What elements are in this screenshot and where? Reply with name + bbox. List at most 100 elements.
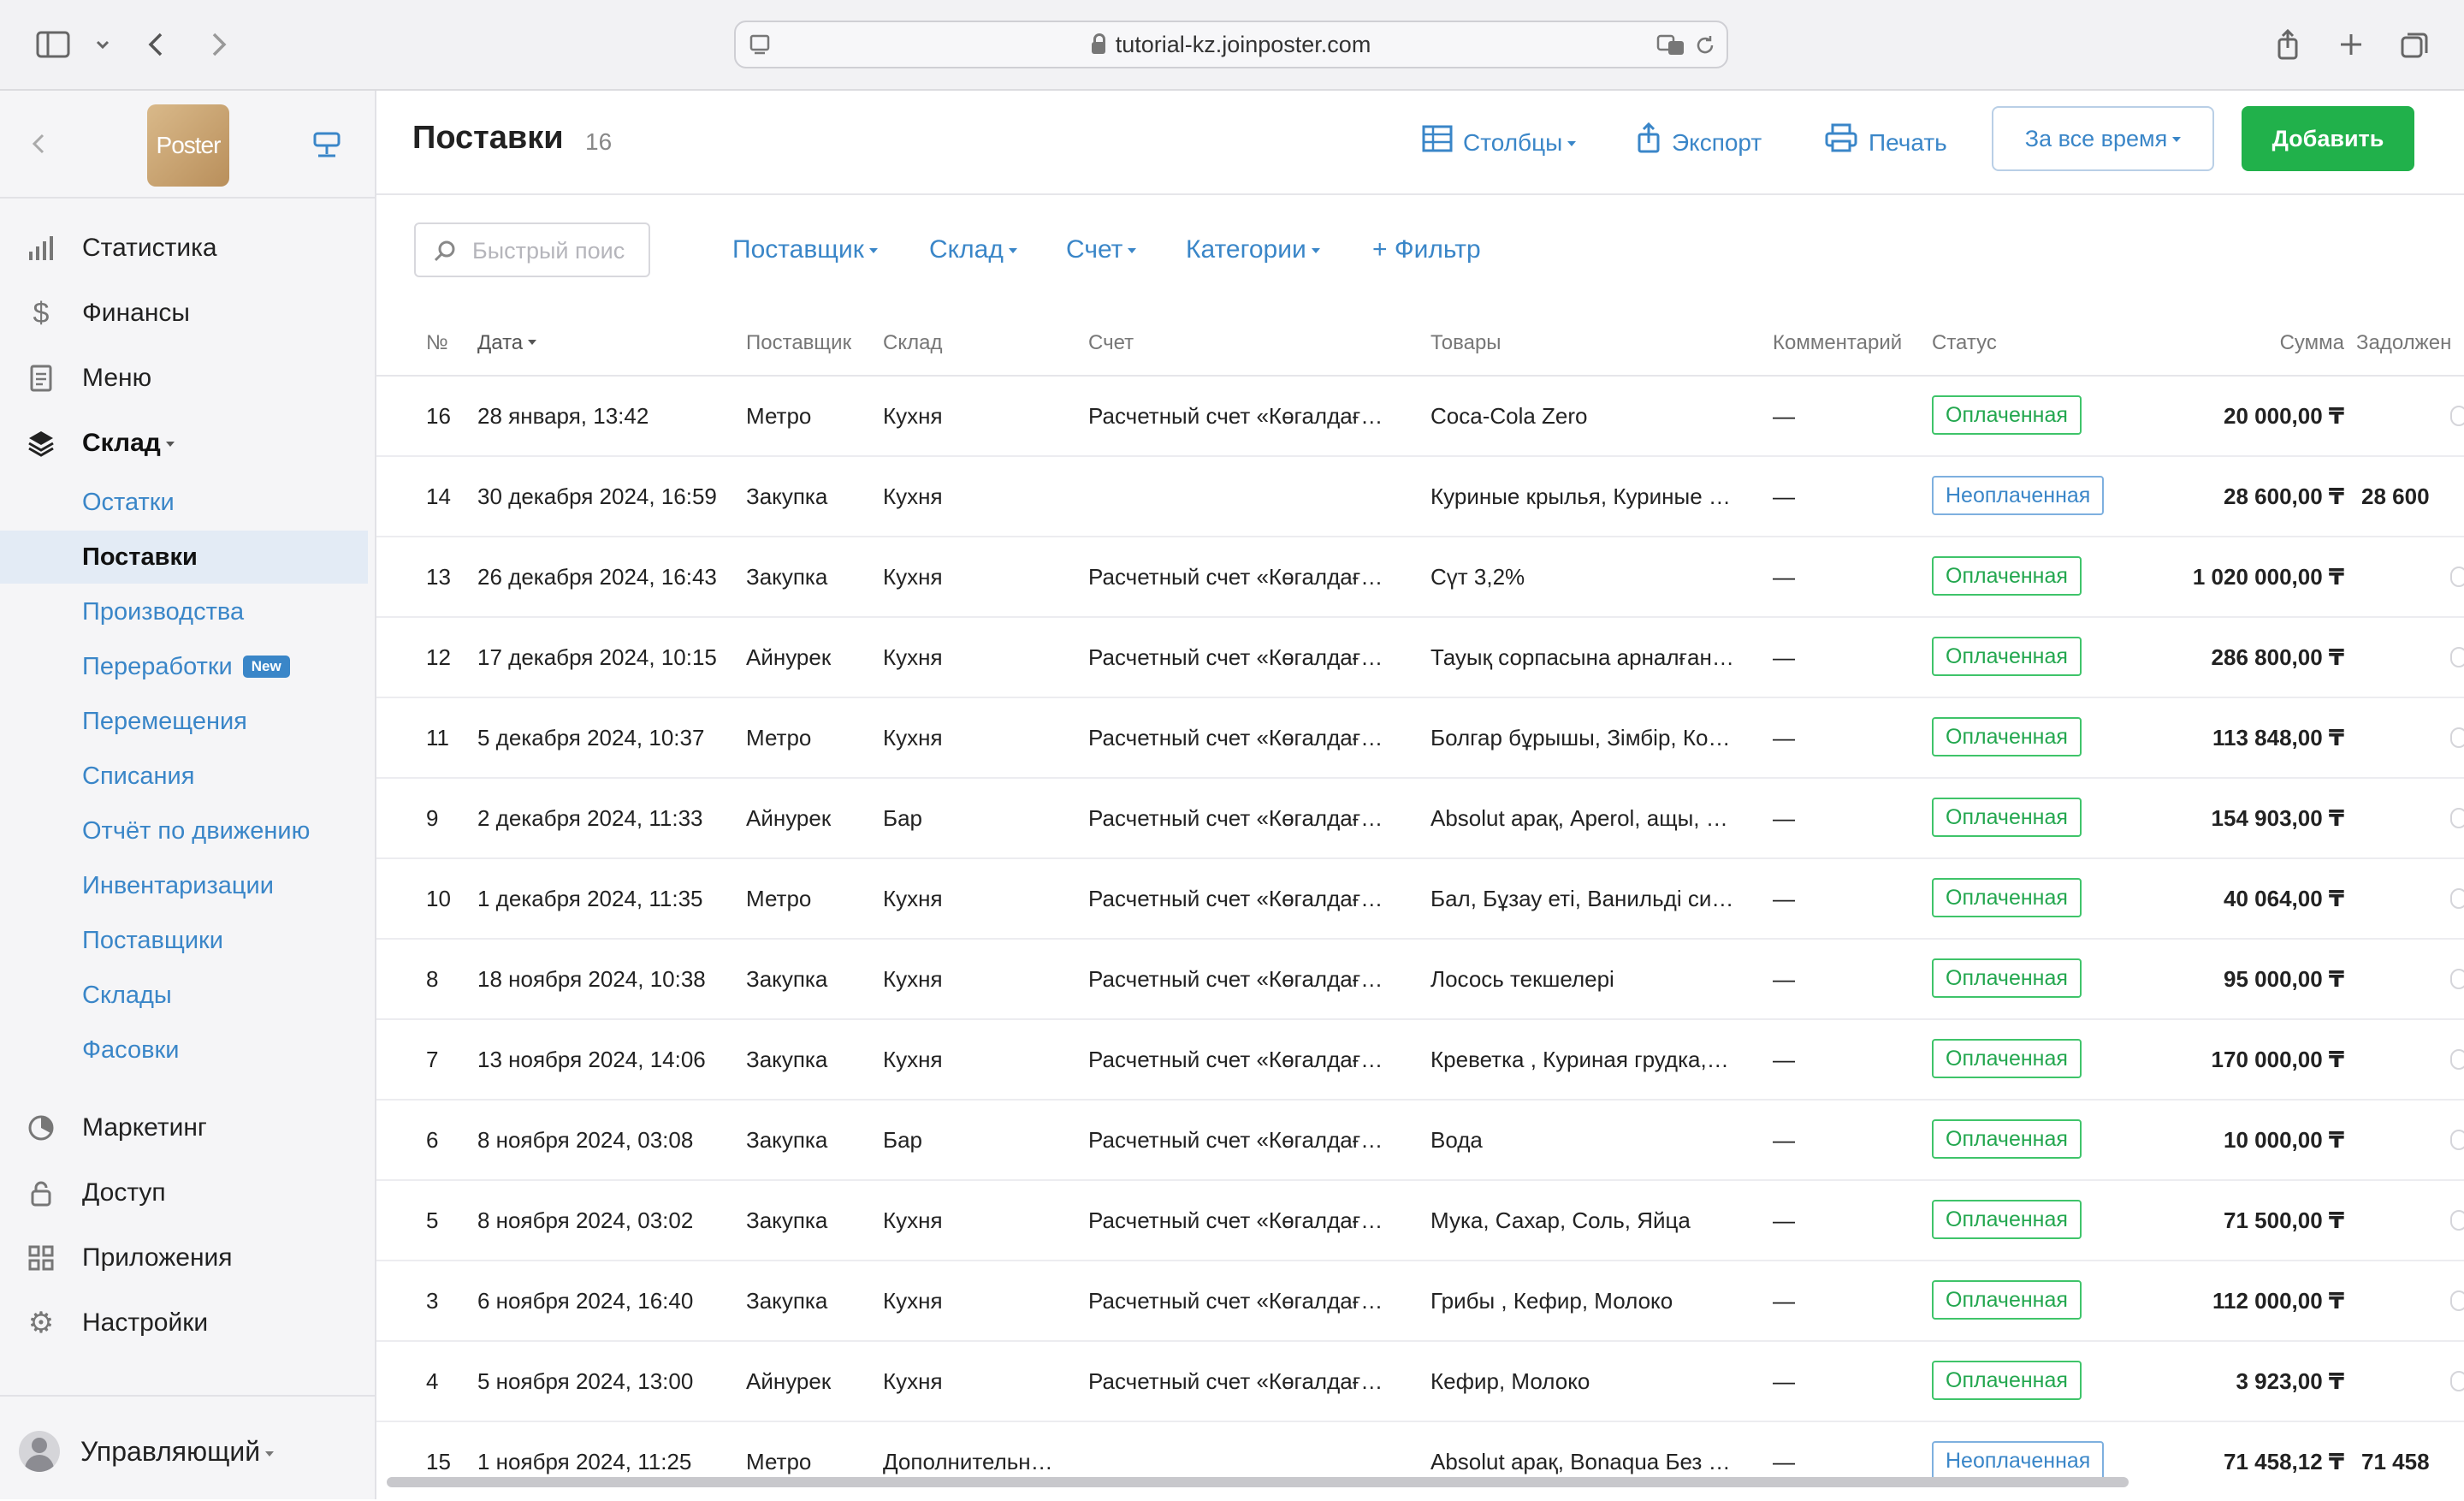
cell-goods: Кефир, Молоко xyxy=(1430,1368,1590,1394)
filter-account[interactable]: Счет xyxy=(1066,228,1137,272)
table-row[interactable]: 12 17 декабря 2024, 10:15 Айнурек Кухня Расч… xyxy=(376,618,2464,698)
status-badge[interactable]: Оплаченная xyxy=(1932,1361,2082,1400)
sidebar-item-proizvodstva[interactable]: Производства xyxy=(0,585,368,638)
nav-finance[interactable]: $ Финансы xyxy=(0,288,375,339)
url-text: tutorial-kz.joinposter.com xyxy=(736,22,1727,67)
horizontal-scrollbar[interactable] xyxy=(387,1477,2129,1487)
status-badge[interactable]: Оплаченная xyxy=(1932,1200,2082,1239)
table-row[interactable]: 6 8 ноября 2024, 03:08 Закупка Бар Расчетный… xyxy=(376,1101,2464,1181)
nav-access[interactable]: Доступ xyxy=(0,1167,375,1219)
new-tab-icon[interactable] xyxy=(2331,24,2372,65)
cell-warehouse: Бар xyxy=(883,805,922,831)
cell-account: Расчетный счет «Көгалдағ… xyxy=(1088,805,1383,831)
table-row[interactable]: 10 1 декабря 2024, 11:35 Метро Кухня Расчетн… xyxy=(376,859,2464,940)
col-supplier[interactable]: Поставщик xyxy=(746,311,851,375)
export-button[interactable]: Экспорт xyxy=(1636,122,1762,164)
sidebar-item-pererabotki[interactable]: Переработки New xyxy=(0,640,368,693)
add-button[interactable]: Добавить xyxy=(2242,106,2414,171)
table-row[interactable]: 9 2 декабря 2024, 11:33 Айнурек Бар Расчетны… xyxy=(376,779,2464,859)
col-sum[interactable]: Сумма xyxy=(2242,311,2344,375)
status-badge[interactable]: Неоплаченная xyxy=(1932,1441,2105,1480)
share-icon[interactable] xyxy=(2267,24,2308,65)
print-button[interactable]: Печать xyxy=(1824,122,1947,164)
status-badge[interactable]: Неоплаченная xyxy=(1932,476,2105,515)
sidebar-item-ostatki[interactable]: Остатки xyxy=(0,476,368,529)
status-badge[interactable]: Оплаченная xyxy=(1932,1039,2082,1078)
table-row[interactable]: 11 5 декабря 2024, 10:37 Метро Кухня Расчетн… xyxy=(376,698,2464,779)
table-row[interactable]: 8 18 ноября 2024, 10:38 Закупка Кухня Расчет… xyxy=(376,940,2464,1020)
status-badge[interactable]: Оплаченная xyxy=(1932,637,2082,676)
table-row[interactable]: 14 30 декабря 2024, 16:59 Закупка Кухня Кури… xyxy=(376,457,2464,537)
sidebar-item-peremeshcheniya[interactable]: Перемещения xyxy=(0,695,368,748)
status-badge[interactable]: Оплаченная xyxy=(1932,958,2082,998)
cell-warehouse: Дополнительн… xyxy=(883,1449,1053,1474)
sort-caret-icon xyxy=(528,340,537,345)
col-warehouse[interactable]: Склад xyxy=(883,311,942,375)
sidebar-toggle-icon[interactable] xyxy=(33,24,74,65)
sidebar-item-warehouses[interactable]: Склады xyxy=(0,969,368,1022)
col-date[interactable]: Дата xyxy=(477,311,537,375)
period-dropdown[interactable]: За все время xyxy=(1992,106,2214,171)
columns-button[interactable]: Столбцы xyxy=(1422,122,1577,164)
cell-debt: 28 600 xyxy=(2361,484,2430,509)
nav-apps[interactable]: Приложения xyxy=(0,1232,375,1284)
collapse-sidebar-icon[interactable] xyxy=(24,128,55,159)
col-num[interactable]: № xyxy=(426,311,448,375)
chevron-down-icon[interactable] xyxy=(82,24,123,65)
sidebar-item-movement-report[interactable]: Отчёт по движению xyxy=(0,804,368,857)
col-status[interactable]: Статус xyxy=(1932,311,1997,375)
status-badge[interactable]: Оплаченная xyxy=(1932,878,2082,917)
dollar-icon: $ xyxy=(33,297,50,329)
status-badge[interactable]: Оплаченная xyxy=(1932,1119,2082,1159)
sidebar-item-postavki[interactable]: Поставки xyxy=(0,531,368,584)
table-row[interactable]: 3 6 ноября 2024, 16:40 Закупка Кухня Расчетн… xyxy=(376,1261,2464,1342)
cell-supplier: Метро xyxy=(746,403,812,429)
add-filter-button[interactable]: + Фильтр xyxy=(1372,228,1481,272)
nav-marketing[interactable]: Маркетинг xyxy=(0,1102,375,1154)
filter-categories[interactable]: Категории xyxy=(1186,228,1320,272)
reload-icon[interactable] xyxy=(1692,33,1718,58)
lock-icon xyxy=(26,1178,56,1208)
nav-statistics[interactable]: Статистика xyxy=(0,222,375,274)
col-account[interactable]: Счет xyxy=(1088,311,1134,375)
cell-warehouse: Кухня xyxy=(883,403,943,429)
table-row[interactable]: 5 8 ноября 2024, 03:02 Закупка Кухня Расчетн… xyxy=(376,1181,2464,1261)
table-row[interactable]: 4 5 ноября 2024, 13:00 Айнурек Кухня Расчетн… xyxy=(376,1342,2464,1422)
forward-icon[interactable] xyxy=(197,24,238,65)
sidebar-item-inventory[interactable]: Инвентаризации xyxy=(0,859,368,912)
address-bar[interactable]: tutorial-kz.joinposter.com xyxy=(734,21,1728,68)
filter-warehouse[interactable]: Склад xyxy=(929,228,1017,272)
cell-num: 15 xyxy=(426,1449,451,1474)
status-badge[interactable]: Оплаченная xyxy=(1932,798,2082,837)
table-row[interactable]: 13 26 декабря 2024, 16:43 Закупка Кухня Расч… xyxy=(376,537,2464,618)
cell-goods: Мука, Сахар, Соль, Яйца xyxy=(1430,1207,1691,1233)
status-badge[interactable]: Оплаченная xyxy=(1932,717,2082,756)
table-row[interactable]: 15 1 ноября 2024, 11:25 Метро Дополнительн…… xyxy=(376,1422,2464,1499)
cell-comment: — xyxy=(1773,1047,1795,1072)
nav-settings[interactable]: ⚙ Настройки xyxy=(0,1297,375,1349)
status-badge[interactable]: Оплаченная xyxy=(1932,556,2082,596)
nav-menu[interactable]: Меню xyxy=(0,353,375,404)
cell-comment: — xyxy=(1773,564,1795,590)
sidebar-item-packaging[interactable]: Фасовки xyxy=(0,1023,368,1077)
debt-zero-icon xyxy=(2450,406,2464,426)
nav-warehouse[interactable]: Склад xyxy=(0,418,375,469)
sidebar-item-suppliers[interactable]: Поставщики xyxy=(0,914,368,967)
pos-terminal-icon[interactable] xyxy=(310,128,344,163)
col-goods[interactable]: Товары xyxy=(1430,311,1502,375)
translate-icon[interactable] xyxy=(1656,33,1687,58)
table-row[interactable]: 16 28 января, 13:42 Метро Кухня Расчетный сч… xyxy=(376,377,2464,457)
status-badge[interactable]: Оплаченная xyxy=(1932,1280,2082,1320)
search-input[interactable] xyxy=(471,233,645,269)
tab-overview-icon[interactable] xyxy=(2394,24,2435,65)
col-debt[interactable]: Задолжен xyxy=(2356,311,2451,375)
table-row[interactable]: 7 13 ноября 2024, 14:06 Закупка Кухня Расчет… xyxy=(376,1020,2464,1101)
filter-supplier[interactable]: Поставщик xyxy=(732,228,878,272)
back-icon[interactable] xyxy=(137,24,178,65)
cell-supplier: Закупка xyxy=(746,1047,828,1072)
page-count: 16 xyxy=(585,128,613,155)
user-menu[interactable]: Управляющий xyxy=(0,1395,375,1501)
status-badge[interactable]: Оплаченная xyxy=(1932,395,2082,435)
sidebar-item-spisaniya[interactable]: Списания xyxy=(0,750,368,803)
col-comment[interactable]: Комментарий xyxy=(1773,311,1902,375)
